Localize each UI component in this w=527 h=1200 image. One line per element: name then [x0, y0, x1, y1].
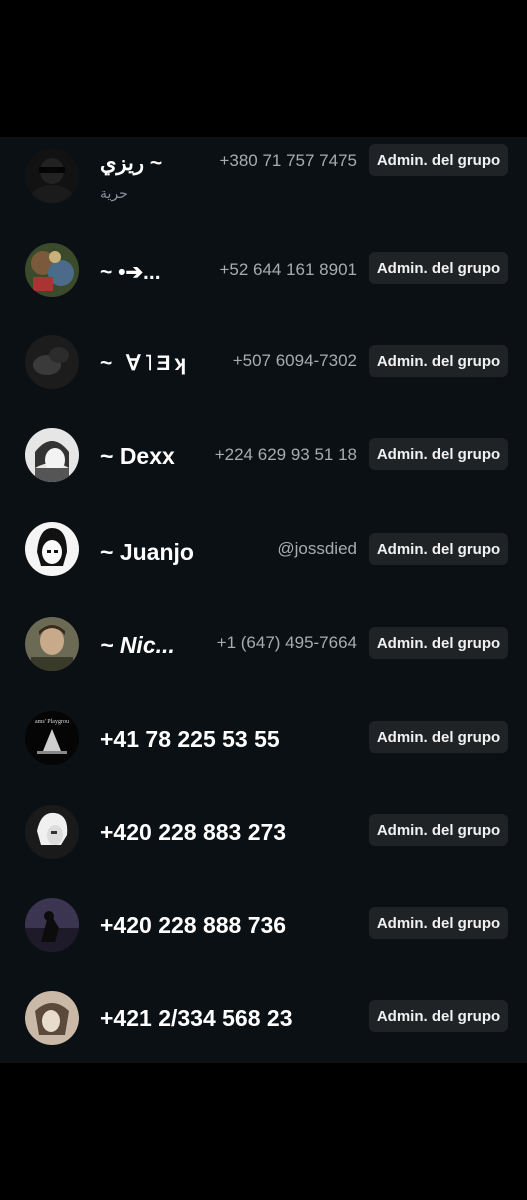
avatar[interactable] [25, 991, 79, 1045]
participant-name: ~ ∀˥Ǝʞ [100, 352, 191, 375]
avatar[interactable]: ams' Playgrou [25, 711, 79, 765]
avatar[interactable] [25, 335, 79, 389]
participant-row[interactable]: ~ Nic... +1 (647) 495-7664 Admin. del gr… [0, 602, 527, 695]
participant-phone: +52 644 161 8901 [219, 260, 357, 279]
admin-badge: Admin. del grupo [369, 627, 508, 659]
top-bar [0, 0, 527, 137]
participant-name: ~ Nic... [100, 632, 175, 658]
participant-handle: @jossdied [277, 539, 357, 558]
avatar[interactable] [25, 149, 79, 203]
participant-phone: +380 71 757 7475 [219, 151, 357, 170]
participant-row[interactable]: ~ ∀˥Ǝʞ +507 6094-7302 Admin. del grupo [0, 323, 527, 416]
participant-list[interactable]: ~ ريزي حرية +380 71 757 7475 Admin. del … [0, 137, 527, 1063]
bottom-bar [0, 1063, 527, 1200]
participant-name: ~ Juanjo [100, 539, 194, 565]
participant-row[interactable]: ~ ريزي حرية +380 71 757 7475 Admin. del … [0, 137, 527, 230]
avatar[interactable] [25, 243, 79, 297]
participant-row[interactable]: +421 2/334 568 23 Admin. del grupo [0, 974, 527, 1067]
svg-text:ams' Playgrou: ams' Playgrou [35, 719, 69, 725]
participant-phone: +224 629 93 51 18 [214, 445, 357, 464]
admin-badge: Admin. del grupo [369, 1000, 508, 1032]
admin-badge: Admin. del grupo [369, 907, 508, 939]
participant-name: +420 228 888 736 [100, 912, 287, 938]
admin-badge: Admin. del grupo [369, 252, 508, 284]
participant-name: ~ Dexx [100, 443, 175, 469]
participant-name: +420 228 883 273 [100, 819, 287, 845]
avatar[interactable] [25, 522, 79, 576]
participant-row[interactable]: ams' Playgrou +41 78 225 53 55 Admin. de… [0, 695, 527, 788]
participant-phone: +1 (647) 495-7664 [216, 633, 357, 652]
avatar[interactable] [25, 805, 79, 859]
participant-name: +421 2/334 568 23 [100, 1005, 293, 1031]
avatar[interactable] [25, 428, 79, 482]
participant-row[interactable]: +420 228 888 736 Admin. del grupo [0, 881, 527, 974]
participant-name: +41 78 225 53 55 [100, 726, 280, 752]
participant-row[interactable]: +420 228 883 273 Admin. del grupo [0, 788, 527, 881]
participant-row[interactable]: ~ Juanjo @jossdied Admin. del grupo [0, 509, 527, 602]
admin-badge: Admin. del grupo [369, 533, 508, 565]
participant-phone: +507 6094-7302 [232, 351, 357, 370]
participant-name: ~ •➔... [100, 261, 161, 284]
avatar[interactable] [25, 617, 79, 671]
admin-badge: Admin. del grupo [369, 814, 508, 846]
admin-badge: Admin. del grupo [369, 345, 508, 377]
participant-name: ~ ريزي [100, 152, 163, 175]
avatar[interactable] [25, 898, 79, 952]
participant-row[interactable]: ~ Dexx +224 629 93 51 18 Admin. del grup… [0, 416, 527, 509]
participant-row[interactable]: ~ •➔... +52 644 161 8901 Admin. del grup… [0, 230, 527, 323]
admin-badge: Admin. del grupo [369, 438, 508, 470]
admin-badge: Admin. del grupo [369, 721, 508, 753]
participant-status: حرية [100, 185, 128, 201]
admin-badge: Admin. del grupo [369, 144, 508, 176]
